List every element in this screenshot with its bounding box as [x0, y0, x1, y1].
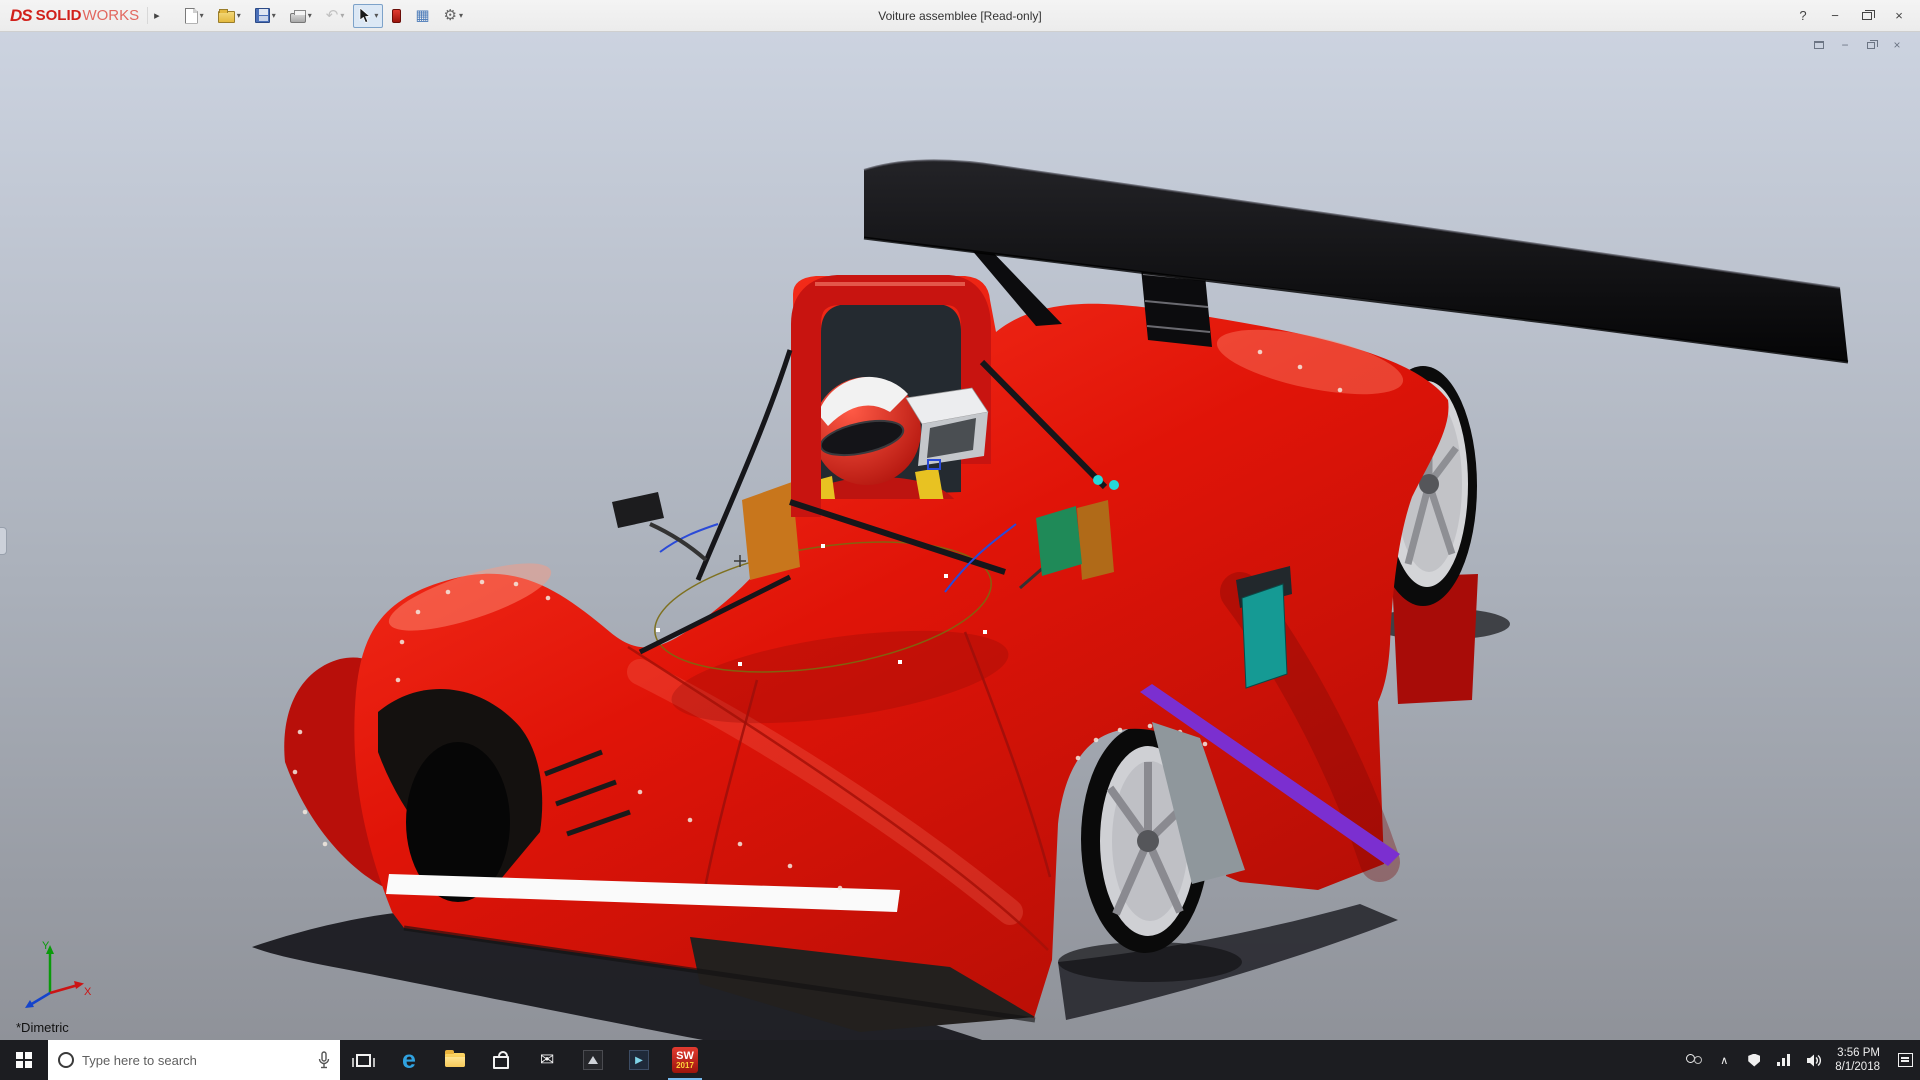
brand-works: WORKS: [82, 7, 139, 24]
solidworks-window: DS SOLID WORKS ▸ ▾ ▾ ▾ ▾ ↶: [0, 0, 1920, 1080]
solidworks-app-icon: SW 2017: [672, 1047, 698, 1073]
task-view-icon: [356, 1054, 371, 1067]
chevron-down-icon[interactable]: ▾: [374, 11, 378, 20]
open-document-button[interactable]: ▾: [213, 4, 246, 27]
print-button[interactable]: ▾: [285, 5, 317, 27]
media-app-button[interactable]: ▶: [616, 1040, 662, 1080]
chevron-down-icon[interactable]: ▾: [200, 11, 204, 20]
drawing-sheet-button[interactable]: ▦: [410, 4, 434, 28]
main-toolbar: ▾ ▾ ▾ ▾ ↶ ▾ ▾: [180, 4, 468, 28]
menu-flyout-arrow[interactable]: ▸: [147, 7, 166, 24]
doc-restore-button[interactable]: [1862, 37, 1880, 53]
clock-date: 8/1/2018: [1835, 1060, 1880, 1074]
volume-button[interactable]: [1799, 1040, 1829, 1080]
shield-icon: [1748, 1054, 1760, 1067]
restore-icon: [1862, 12, 1872, 20]
taskbar-search[interactable]: [48, 1040, 340, 1080]
file-explorer-button[interactable]: [432, 1040, 478, 1080]
window-controls: ? − ×: [1788, 4, 1914, 28]
panel-collapse-tab[interactable]: [0, 527, 7, 555]
cyan-marker-1: [1093, 475, 1103, 485]
doc-window-icon[interactable]: [1810, 37, 1828, 53]
undo-button[interactable]: ↶ ▾: [321, 4, 350, 28]
graphics-viewport[interactable]: − × Y X *Dimetric: [0, 32, 1920, 1040]
select-tool-button[interactable]: ▾: [353, 4, 383, 28]
people-icon: [1685, 1054, 1703, 1066]
maximize-restore-button[interactable]: [1852, 4, 1882, 28]
clock-time: 3:56 PM: [1835, 1046, 1880, 1060]
network-button[interactable]: [1769, 1040, 1799, 1080]
drawing-sheet-icon: ▦: [415, 8, 429, 24]
model-scene[interactable]: [0, 32, 1920, 1040]
store-icon: [493, 1056, 509, 1069]
start-button[interactable]: [0, 1040, 48, 1080]
orientation-triad: Y X: [12, 935, 92, 1015]
chevron-up-icon: ∧: [1720, 1054, 1728, 1067]
undo-icon: ↶: [326, 8, 339, 24]
cyan-marker-2: [1109, 480, 1119, 490]
new-document-button[interactable]: ▾: [180, 4, 209, 28]
toolbox-icon: [392, 9, 401, 23]
document-window-controls: − ×: [1810, 37, 1906, 53]
photos-icon: [583, 1050, 603, 1070]
taskbar-clock[interactable]: 3:56 PM 8/1/2018: [1829, 1046, 1890, 1075]
media-player-icon: ▶: [629, 1050, 649, 1070]
photos-app-button[interactable]: [570, 1040, 616, 1080]
microphone-icon[interactable]: [318, 1051, 330, 1069]
new-document-icon: [185, 8, 198, 24]
save-icon: [255, 8, 270, 23]
open-folder-icon: [218, 11, 235, 23]
people-button[interactable]: [1679, 1040, 1709, 1080]
doc-close-button[interactable]: ×: [1888, 37, 1906, 53]
minimize-button[interactable]: −: [1820, 4, 1850, 28]
cockpit-side-panel-right: [1077, 500, 1114, 580]
solidworks-app-button[interactable]: SW 2017: [662, 1040, 708, 1080]
network-icon: [1776, 1053, 1792, 1067]
file-explorer-icon: [445, 1053, 465, 1067]
view-orientation-label: *Dimetric: [16, 1020, 69, 1035]
edge-app-button[interactable]: e: [386, 1040, 432, 1080]
chevron-down-icon[interactable]: ▾: [237, 11, 241, 20]
title-bar: DS SOLID WORKS ▸ ▾ ▾ ▾ ▾ ↶: [0, 0, 1920, 32]
print-icon: [290, 13, 306, 23]
security-button[interactable]: [1739, 1040, 1769, 1080]
close-button[interactable]: ×: [1884, 4, 1914, 28]
search-input[interactable]: [82, 1053, 310, 1068]
ds-logo-mark: DS: [10, 6, 32, 26]
chevron-down-icon[interactable]: ▾: [308, 11, 312, 20]
store-app-button[interactable]: [478, 1040, 524, 1080]
chevron-down-icon[interactable]: ▾: [340, 11, 344, 20]
doc-minimize-button[interactable]: −: [1836, 37, 1854, 53]
brand-solid: SOLID: [36, 7, 82, 24]
edge-icon: e: [402, 1048, 416, 1072]
mail-app-button[interactable]: ✉: [524, 1040, 570, 1080]
tray-overflow-button[interactable]: ∧: [1709, 1040, 1739, 1080]
windows-taskbar: e ✉ ▶ SW 2017 ∧: [0, 1040, 1920, 1080]
mail-icon: ✉: [540, 1050, 554, 1070]
action-center-icon: [1898, 1053, 1913, 1067]
windows-logo-icon: [16, 1052, 32, 1068]
action-center-button[interactable]: [1890, 1040, 1920, 1080]
solidworks-logo: DS SOLID WORKS: [6, 6, 147, 26]
cortana-icon: [58, 1052, 74, 1068]
save-button[interactable]: ▾: [250, 4, 281, 27]
gear-icon: ⚙: [444, 8, 457, 24]
help-button[interactable]: ?: [1788, 4, 1818, 28]
toolbox-button[interactable]: [387, 5, 406, 27]
chevron-down-icon[interactable]: ▾: [272, 11, 276, 20]
chevron-down-icon[interactable]: ▾: [459, 11, 463, 20]
task-view-button[interactable]: [340, 1040, 386, 1080]
options-button[interactable]: ⚙ ▾: [439, 4, 468, 28]
speaker-icon: [1806, 1053, 1823, 1068]
triad-y-label: Y: [42, 940, 50, 952]
cockpit-window-green[interactable]: [1036, 506, 1082, 576]
triad-x-label: X: [84, 986, 92, 998]
driver-helmet[interactable]: [813, 377, 921, 485]
system-tray: ∧ 3:56 PM 8/1/2018: [1679, 1040, 1920, 1080]
cursor-arrow-icon: [358, 8, 372, 24]
